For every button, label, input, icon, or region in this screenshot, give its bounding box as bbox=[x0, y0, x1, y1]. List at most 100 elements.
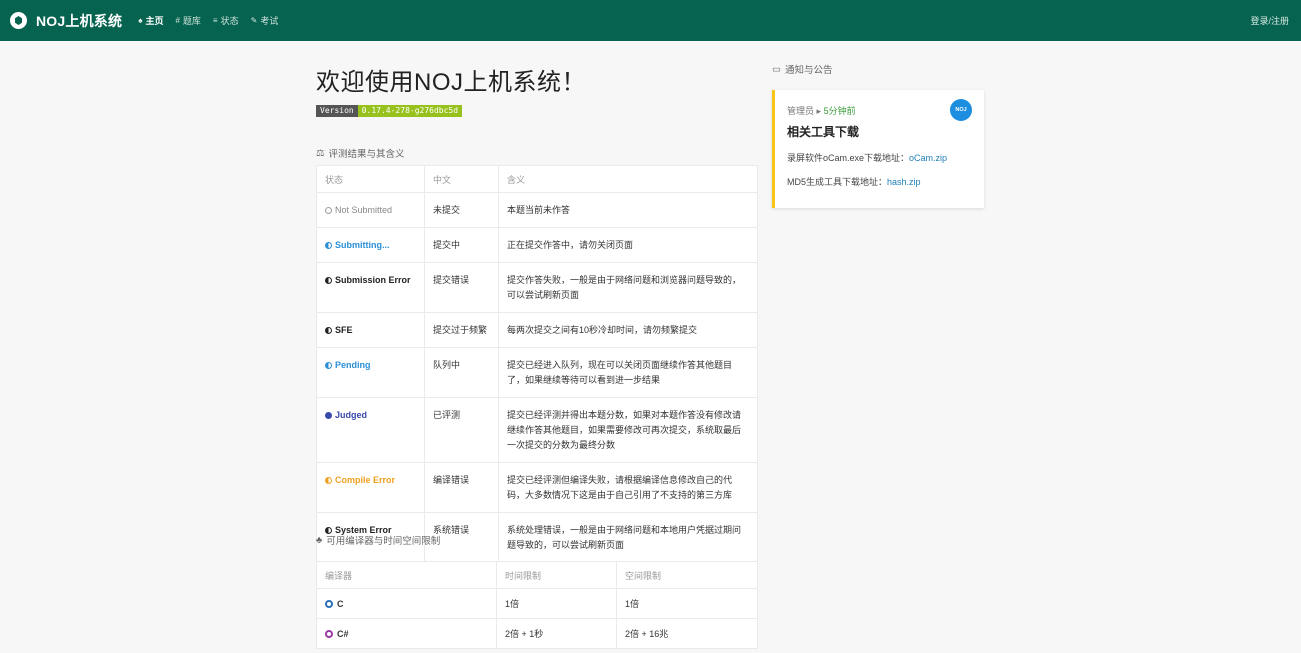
table-row: Compile Error 编译错误 提交已经评测但编译失败，请根据编译信息修改自己… bbox=[316, 462, 758, 513]
status-name: Submission Error bbox=[335, 275, 411, 285]
status-name: Pending bbox=[335, 360, 371, 370]
compiler-name: C# bbox=[337, 628, 349, 639]
sidebar-title-label: 通知与公告 bbox=[784, 65, 833, 76]
section-title-compilers: ♣ 可用编译器与时间空间限制 bbox=[316, 533, 441, 548]
status-zh: 队列中 bbox=[424, 347, 499, 398]
nav-label: 题库 bbox=[182, 16, 201, 26]
status-dot-icon bbox=[325, 277, 332, 284]
table-row: C# 2倍 + 1秒 2倍 + 16兆 bbox=[316, 618, 758, 649]
status-dot-icon bbox=[325, 242, 332, 249]
status-icon: ≡ bbox=[212, 16, 218, 25]
status-zh: 编译错误 bbox=[424, 462, 499, 513]
login-register-link[interactable]: 登录/注册 bbox=[1250, 14, 1289, 27]
status-cell: Not Submitted bbox=[316, 192, 425, 228]
status-zh: 提交过于频繁 bbox=[424, 312, 499, 348]
language-icon bbox=[325, 599, 333, 608]
nav-label: 考试 bbox=[260, 16, 279, 26]
table-row: Judged 已评测 提交已经评测并得出本题分数，如果对本题作答没有修改请继续作答其… bbox=[316, 397, 758, 463]
version-key: Version bbox=[316, 105, 358, 117]
time-limit: 2倍 + 1秒 bbox=[496, 618, 617, 649]
separator-icon: ▸ bbox=[816, 106, 824, 116]
brand-name[interactable]: NOJ上机系统 bbox=[36, 11, 122, 31]
gavel-icon: ⚖ bbox=[316, 147, 325, 159]
status-name: Submitting... bbox=[335, 240, 390, 250]
line-text: 录屏软件oCam.exe下载地址： bbox=[787, 153, 910, 163]
home-icon: ♠ bbox=[138, 16, 143, 25]
column-header: 编译器 bbox=[316, 561, 497, 589]
status-desc: 正在提交作答中，请勿关闭页面 bbox=[498, 227, 758, 263]
sidebar-title: ▭ 通知与公告 bbox=[772, 62, 984, 77]
language-icon bbox=[325, 629, 333, 638]
version-value: 0.17.4-278-g276dbc5d bbox=[357, 105, 463, 117]
status-cell: Compile Error bbox=[316, 462, 425, 513]
table-header-row: 编译器 时间限制 空间限制 bbox=[316, 561, 758, 589]
announcement-meta: 管理员 ▸ 5分钟前 bbox=[787, 104, 972, 117]
announcement-author: 管理员 bbox=[787, 106, 815, 116]
version-badge: Version 0.17.4-278-g276dbc5d bbox=[316, 105, 463, 117]
hash-download-link[interactable]: hash.zip bbox=[887, 177, 921, 187]
column-header: 空间限制 bbox=[616, 561, 758, 589]
ocam-download-link[interactable]: oCam.zip bbox=[909, 153, 947, 163]
table-header-row: 状态 中文 含义 bbox=[316, 165, 758, 193]
status-zh: 未提交 bbox=[424, 192, 499, 228]
nav-item-home[interactable]: ♠ 主页 bbox=[138, 14, 163, 27]
main-content: 欢迎使用NOJ上机系统！ Version 0.17.4-278-g276dbc5… bbox=[316, 62, 758, 649]
status-table: 状态 中文 含义 Not Submitted 未提交 本题当前未作答 Submitti… bbox=[316, 165, 758, 563]
space-limit: 1倍 bbox=[616, 588, 758, 619]
notice-icon: ▭ bbox=[772, 63, 781, 75]
status-desc: 提交已经评测但编译失败，请根据编译信息修改自己的代码，大多数情况下这是由于自己引… bbox=[498, 462, 758, 513]
table-row: Submission Error 提交错误 提交作答失败，一般是由于网络问题和浏览器… bbox=[316, 262, 758, 313]
status-desc: 提交已经进入队列，现在可以关闭页面继续作答其他题目了，如果继续等待可以看到进一步… bbox=[498, 347, 758, 398]
column-header: 时间限制 bbox=[496, 561, 617, 589]
table-row: Pending 队列中 提交已经进入队列，现在可以关闭页面继续作答其他题目了，如果继… bbox=[316, 347, 758, 398]
announcement-line: MD5生成工具下载地址：hash.zip bbox=[787, 175, 972, 188]
status-cell: Pending bbox=[316, 347, 425, 398]
table-row: Submitting... 提交中 正在提交作答中，请勿关闭页面 bbox=[316, 227, 758, 263]
table-row: SFE 提交过于频繁 每两次提交之间有10秒冷却时间，请勿频繁提交 bbox=[316, 312, 758, 348]
status-desc: 提交已经评测并得出本题分数，如果对本题作答没有修改请继续作答其他题目，如果需要修… bbox=[498, 397, 758, 463]
table-row: C 1倍 1倍 bbox=[316, 588, 758, 619]
status-dot-icon bbox=[325, 327, 332, 334]
status-desc: 每两次提交之间有10秒冷却时间，请勿频繁提交 bbox=[498, 312, 758, 348]
nav-label: 主页 bbox=[145, 16, 164, 26]
status-dot-icon bbox=[325, 477, 332, 484]
status-name: Judged bbox=[335, 410, 368, 420]
announcement-title[interactable]: 相关工具下载 bbox=[787, 123, 972, 140]
status-zh: 已评测 bbox=[424, 397, 499, 463]
status-cell: Judged bbox=[316, 397, 425, 463]
compiler-cell: C bbox=[316, 588, 497, 619]
status-desc: 本题当前未作答 bbox=[498, 192, 758, 228]
status-dot-icon bbox=[325, 207, 332, 214]
status-name: SFE bbox=[335, 325, 353, 335]
compiler-table: 编译器 时间限制 空间限制 C 1倍 1倍 C# 2倍 + 1秒 2倍 + 16兆 bbox=[316, 561, 758, 649]
nav-item-status[interactable]: ≡ 状态 bbox=[213, 14, 239, 27]
status-name: Compile Error bbox=[335, 475, 396, 485]
time-limit: 1倍 bbox=[496, 588, 617, 619]
line-text: MD5生成工具下载地址： bbox=[787, 177, 888, 187]
nav-item-problems[interactable]: # 题库 bbox=[175, 14, 200, 27]
compiler-name: C bbox=[337, 598, 344, 609]
hash-icon: # bbox=[175, 16, 180, 25]
section-title-status: ⚖ 评测结果与其含义 bbox=[316, 146, 758, 161]
status-desc: 提交作答失败，一般是由于网络问题和浏览器问题导致的，可以尝试刷新页面 bbox=[498, 262, 758, 313]
sidebar: ▭ 通知与公告 管理员 ▸ 5分钟前 NOJ 相关工具下载 录屏软件oCam.e… bbox=[772, 62, 984, 208]
avatar: NOJ bbox=[950, 99, 972, 121]
status-cell: Submission Error bbox=[316, 262, 425, 313]
noj-logo-icon[interactable] bbox=[10, 12, 27, 29]
section-label: 评测结果与其含义 bbox=[328, 149, 405, 160]
cubes-icon: ♣ bbox=[316, 534, 323, 546]
status-zh: 提交中 bbox=[424, 227, 499, 263]
status-cell: SFE bbox=[316, 312, 425, 348]
status-desc: 系统处理错误，一般是由于网络问题和本地用户凭据过期问题导致的，可以尝试刷新页面 bbox=[498, 512, 758, 563]
status-cell: Submitting... bbox=[316, 227, 425, 263]
section-label: 可用编译器与时间空间限制 bbox=[326, 536, 441, 547]
table-row: Not Submitted 未提交 本题当前未作答 bbox=[316, 192, 758, 228]
status-name: Not Submitted bbox=[335, 205, 393, 215]
column-header: 状态 bbox=[316, 165, 425, 193]
announcement-time: 5分钟前 bbox=[823, 106, 856, 116]
page-title: 欢迎使用NOJ上机系统！ bbox=[316, 69, 586, 96]
column-header: 含义 bbox=[498, 165, 758, 193]
nav-item-exam[interactable]: ✎ 考试 bbox=[251, 14, 279, 27]
top-navbar: NOJ上机系统 ♠ 主页 # 题库 ≡ 状态 ✎ 考试 登录/注册 bbox=[0, 0, 1301, 41]
announcement-card[interactable]: 管理员 ▸ 5分钟前 NOJ 相关工具下载 录屏软件oCam.exe下载地址：o… bbox=[772, 90, 984, 208]
